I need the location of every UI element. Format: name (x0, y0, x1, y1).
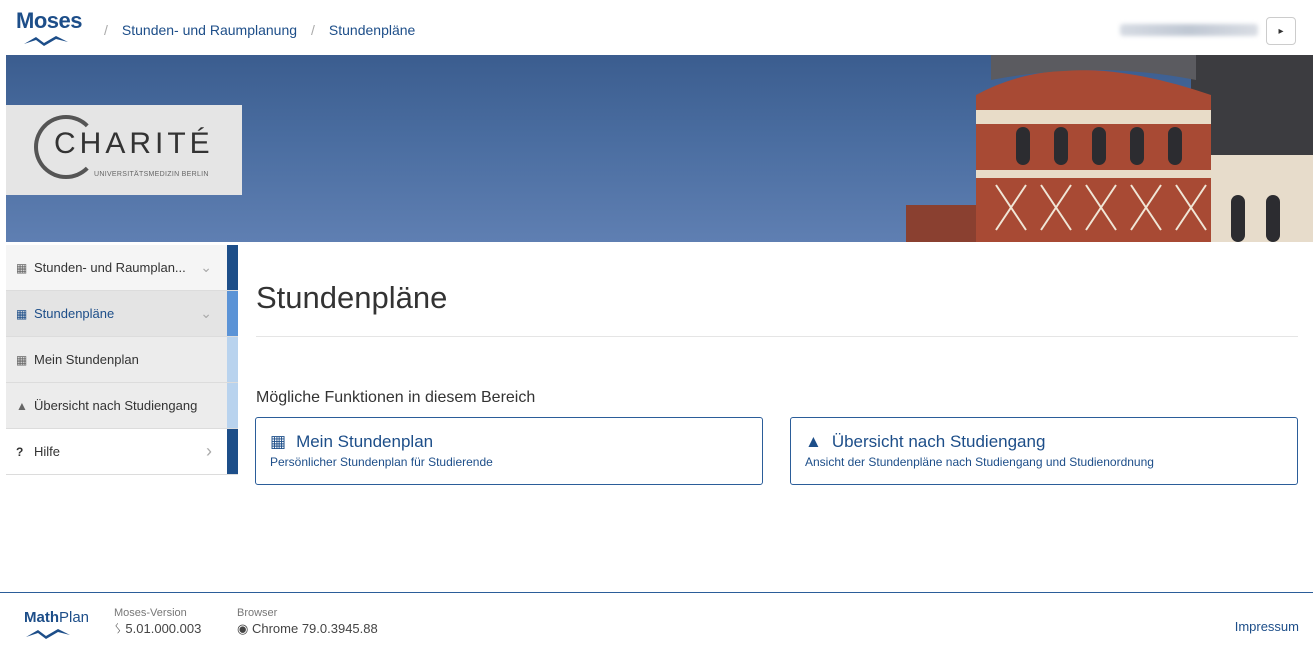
card-subtitle: Ansicht der Stundenpläne nach Studiengan… (805, 455, 1154, 469)
section-heading: Mögliche Funktionen in diesem Bereich (256, 389, 536, 406)
branch-icon: ᛊ (114, 621, 126, 636)
sidebar-accent-bar (227, 429, 238, 474)
sidebar-accent-bar (227, 337, 238, 382)
moses-logo-text: Moses (16, 8, 82, 33)
sidebar-item-label: Stundenpläne (34, 306, 115, 321)
logout-button[interactable]: ▸ (1266, 17, 1296, 45)
sidebar-item-hilfe[interactable]: ? Hilfe › (6, 429, 238, 475)
sidebar-item-stunden-raumplanung[interactable]: ▦ Stunden- und Raumplan... ⌄ (6, 245, 238, 291)
title-divider (256, 336, 1298, 337)
breadcrumb: / Stunden- und Raumplanung / Stundenplän… (104, 22, 416, 38)
mathplan-logo[interactable]: MathPlan (24, 609, 89, 640)
version-label: Moses-Version (114, 607, 187, 619)
moses-logo[interactable]: Moses (16, 8, 82, 46)
sidebar-item-stundenplaene[interactable]: ▦ Stundenpläne ⌄ (6, 291, 238, 337)
sidebar-accent-bar (227, 291, 238, 336)
graduation-cap-icon: ▲ (16, 398, 28, 413)
function-card-mein-stundenplan[interactable]: ▦ Mein Stundenplan Persönlicher Stundenp… (255, 417, 763, 485)
calendar-icon: ▦ (270, 432, 287, 451)
header-banner: CHARITÉ UNIVERSITÄTSMEDIZIN BERLIN (6, 55, 1313, 242)
sidebar-accent-bar (227, 383, 238, 428)
card-title: Mein Stundenplan (296, 432, 434, 451)
sign-out-icon: ▸ (1278, 25, 1284, 37)
breadcrumb-item-stunden-raumplanung[interactable]: Stunden- und Raumplanung (122, 22, 297, 38)
footer: MathPlan Moses-Version ᛊ 5.01.000.003 Br… (0, 592, 1313, 652)
sidebar-nav: ▦ Stunden- und Raumplan... ⌄ ▦ Stundenpl… (6, 245, 238, 475)
mathplan-logo-icon (26, 629, 70, 639)
sidebar-item-label: Stunden- und Raumplan... (34, 260, 186, 275)
chevron-down-icon: ⌄ (200, 259, 212, 275)
sidebar-item-label: Hilfe (34, 444, 61, 459)
function-card-uebersicht-studiengang[interactable]: ▲ Übersicht nach Studiengang Ansicht der… (790, 417, 1298, 485)
browser-info: Browser ◉ Chrome 79.0.3945.88 (237, 607, 378, 637)
browser-value: Chrome 79.0.3945.88 (251, 621, 378, 636)
sidebar-item-mein-stundenplan[interactable]: ▦ Mein Stundenplan (6, 337, 238, 383)
user-name-blurred[interactable] (1120, 24, 1258, 36)
card-subtitle: Persönlicher Stundenplan für Studierende (270, 455, 493, 469)
breadcrumb-item-stundenplaene[interactable]: Stundenpläne (329, 22, 415, 38)
top-bar: Moses / Stunden- und Raumplanung / Stund… (0, 0, 1313, 56)
calendar-icon: ▦ (16, 352, 28, 367)
card-title: Übersicht nach Studiengang (831, 432, 1046, 451)
calendar-icon: ▦ (16, 260, 28, 275)
version-info: Moses-Version ᛊ 5.01.000.003 (114, 607, 201, 636)
sidebar-item-uebersicht-studiengang[interactable]: ▲ Übersicht nach Studiengang (6, 383, 238, 429)
sidebar-accent-bar (227, 245, 238, 290)
browser-label: Browser (237, 607, 278, 619)
chevron-right-icon: › (206, 441, 212, 461)
charite-logo: CHARITÉ UNIVERSITÄTSMEDIZIN BERLIN (6, 105, 242, 195)
charite-logo-name: CHARITÉ (54, 127, 214, 160)
question-icon: ? (16, 444, 24, 459)
version-value: 5.01.000.003 (125, 621, 202, 636)
sidebar-item-label: Mein Stundenplan (34, 352, 139, 367)
page-title: Stundenpläne (256, 280, 448, 315)
calendar-icon: ▦ (16, 306, 28, 321)
graduation-cap-icon: ▲ (805, 432, 822, 451)
charite-logo-subtitle: UNIVERSITÄTSMEDIZIN BERLIN (94, 171, 209, 178)
sidebar-item-label: Übersicht nach Studiengang (34, 398, 198, 413)
mathplan-brand-bold: Math (24, 609, 59, 626)
chevron-down-icon: ⌄ (200, 305, 212, 321)
moses-logo-icon (24, 36, 68, 46)
chrome-icon: ◉ (237, 621, 252, 636)
impressum-link[interactable]: Impressum (1235, 619, 1299, 634)
mathplan-brand-rest: Plan (59, 609, 90, 626)
